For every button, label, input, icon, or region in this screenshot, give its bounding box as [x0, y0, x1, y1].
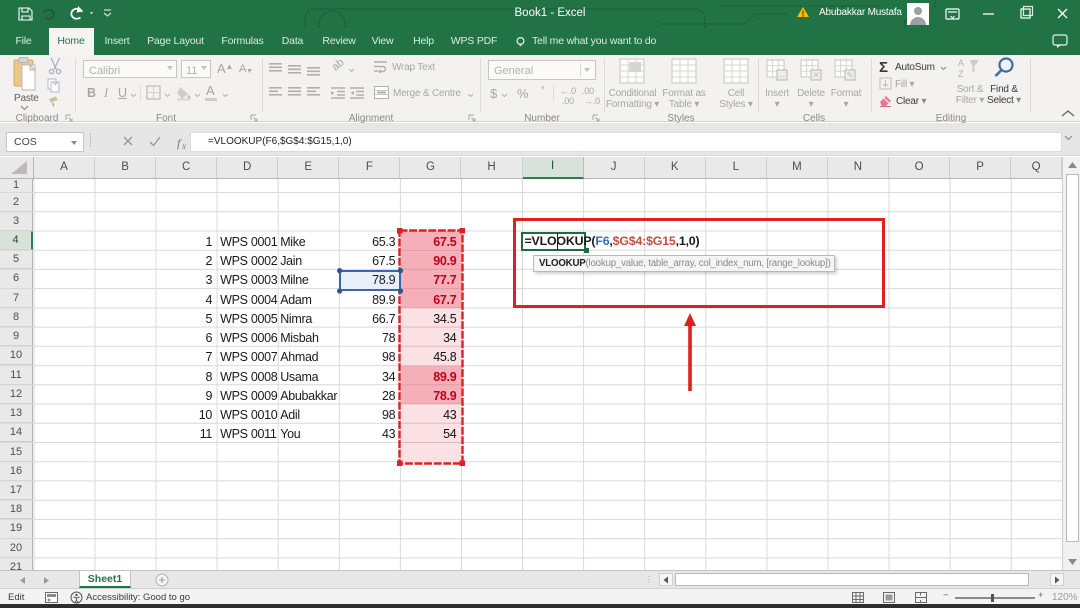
svg-text:✎: ✎: [846, 70, 854, 80]
svg-text:↔: ↔: [778, 70, 787, 80]
svg-text:x: x: [181, 141, 186, 151]
svg-text:A: A: [958, 58, 964, 68]
svg-text:Z: Z: [958, 69, 964, 79]
svg-text:✕: ✕: [812, 70, 820, 80]
